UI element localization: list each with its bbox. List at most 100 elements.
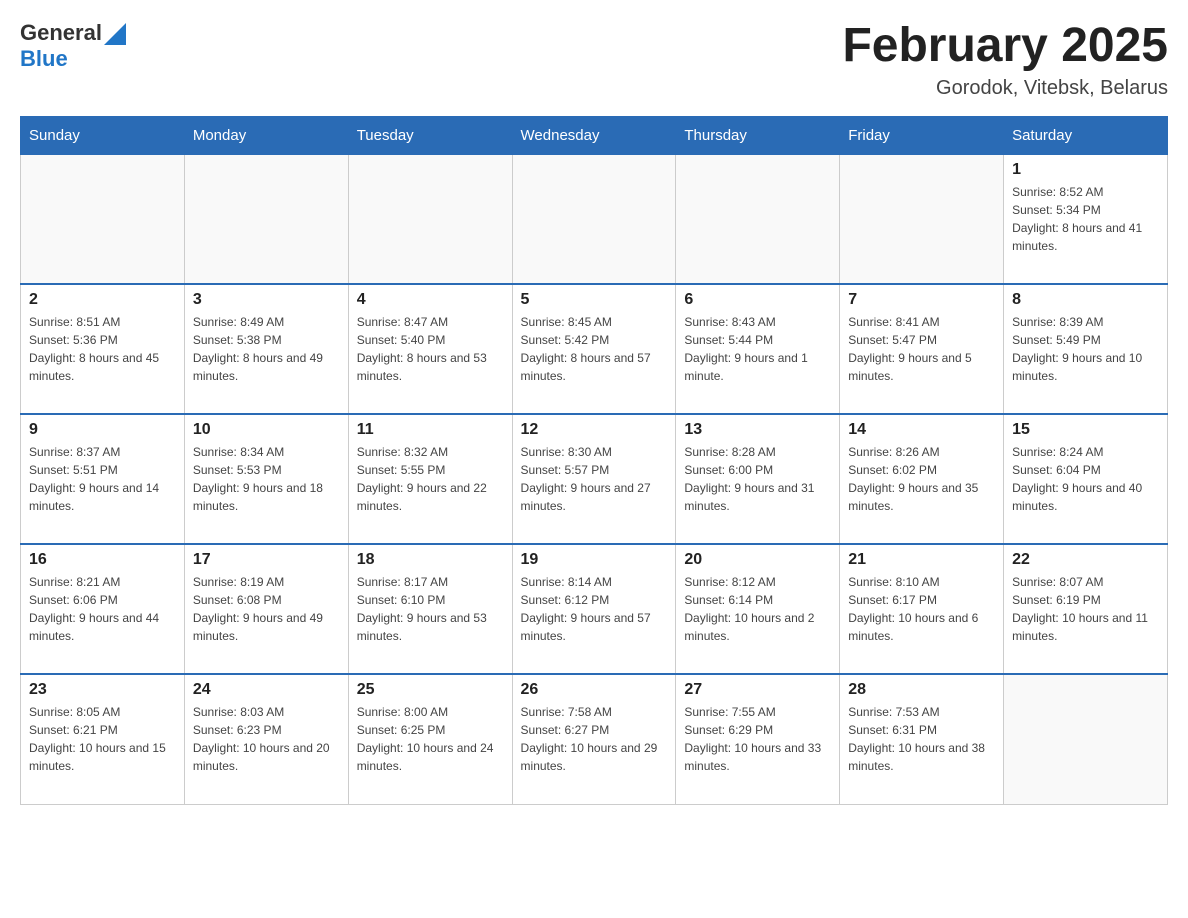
day-info: Sunrise: 8:45 AMSunset: 5:42 PMDaylight:… <box>521 313 668 385</box>
day-info: Sunrise: 8:26 AMSunset: 6:02 PMDaylight:… <box>848 443 995 515</box>
calendar-day-cell: 19 Sunrise: 8:14 AMSunset: 6:12 PMDayligh… <box>512 544 676 674</box>
calendar-title: February 2025 <box>842 20 1168 73</box>
day-number: 3 <box>193 291 340 309</box>
day-number: 10 <box>193 421 340 439</box>
weekday-header-monday: Monday <box>184 116 348 154</box>
calendar-week-row: 23 Sunrise: 8:05 AMSunset: 6:21 PMDayligh… <box>21 674 1168 804</box>
day-info: Sunrise: 8:00 AMSunset: 6:25 PMDaylight:… <box>357 703 504 775</box>
day-info: Sunrise: 8:24 AMSunset: 6:04 PMDaylight:… <box>1012 443 1159 515</box>
calendar-day-cell: 5 Sunrise: 8:45 AMSunset: 5:42 PMDaylight… <box>512 284 676 414</box>
calendar-week-row: 16 Sunrise: 8:21 AMSunset: 6:06 PMDayligh… <box>21 544 1168 674</box>
calendar-day-cell: 16 Sunrise: 8:21 AMSunset: 6:06 PMDayligh… <box>21 544 185 674</box>
calendar-subtitle: Gorodok, Vitebsk, Belarus <box>842 77 1168 100</box>
day-number: 21 <box>848 551 995 569</box>
day-info: Sunrise: 8:05 AMSunset: 6:21 PMDaylight:… <box>29 703 176 775</box>
calendar-day-cell: 7 Sunrise: 8:41 AMSunset: 5:47 PMDaylight… <box>840 284 1004 414</box>
calendar-day-cell: 18 Sunrise: 8:17 AMSunset: 6:10 PMDayligh… <box>348 544 512 674</box>
calendar-day-cell <box>348 154 512 284</box>
day-number: 24 <box>193 681 340 699</box>
day-info: Sunrise: 7:58 AMSunset: 6:27 PMDaylight:… <box>521 703 668 775</box>
day-number: 2 <box>29 291 176 309</box>
calendar-day-cell: 24 Sunrise: 8:03 AMSunset: 6:23 PMDayligh… <box>184 674 348 804</box>
day-info: Sunrise: 8:14 AMSunset: 6:12 PMDaylight:… <box>521 573 668 645</box>
day-info: Sunrise: 8:49 AMSunset: 5:38 PMDaylight:… <box>193 313 340 385</box>
weekday-header-wednesday: Wednesday <box>512 116 676 154</box>
day-number: 8 <box>1012 291 1159 309</box>
day-info: Sunrise: 7:55 AMSunset: 6:29 PMDaylight:… <box>684 703 831 775</box>
calendar-day-cell: 13 Sunrise: 8:28 AMSunset: 6:00 PMDayligh… <box>676 414 840 544</box>
calendar-day-cell: 3 Sunrise: 8:49 AMSunset: 5:38 PMDaylight… <box>184 284 348 414</box>
day-info: Sunrise: 8:47 AMSunset: 5:40 PMDaylight:… <box>357 313 504 385</box>
calendar-day-cell: 17Sunrise: 8:19 AMSunset: 6:08 PMDayligh… <box>184 544 348 674</box>
day-info: Sunrise: 8:03 AMSunset: 6:23 PMDaylight:… <box>193 703 340 775</box>
page-header: General Blue February 2025 Gorodok, Vite… <box>20 20 1168 100</box>
calendar-day-cell: 1Sunrise: 8:52 AMSunset: 5:34 PMDaylight… <box>1004 154 1168 284</box>
calendar-day-cell: 12Sunrise: 8:30 AMSunset: 5:57 PMDayligh… <box>512 414 676 544</box>
calendar-day-cell: 15 Sunrise: 8:24 AMSunset: 6:04 PMDayligh… <box>1004 414 1168 544</box>
day-number: 19 <box>521 551 668 569</box>
day-info: Sunrise: 8:12 AMSunset: 6:14 PMDaylight:… <box>684 573 831 645</box>
calendar-week-row: 9Sunrise: 8:37 AMSunset: 5:51 PMDaylight… <box>21 414 1168 544</box>
weekday-header-saturday: Saturday <box>1004 116 1168 154</box>
calendar-day-cell <box>1004 674 1168 804</box>
weekday-header-thursday: Thursday <box>676 116 840 154</box>
calendar-week-row: 1Sunrise: 8:52 AMSunset: 5:34 PMDaylight… <box>21 154 1168 284</box>
day-info: Sunrise: 8:51 AMSunset: 5:36 PMDaylight:… <box>29 313 176 385</box>
day-number: 22 <box>1012 551 1159 569</box>
day-number: 5 <box>521 291 668 309</box>
calendar-day-cell: 10 Sunrise: 8:34 AMSunset: 5:53 PMDayligh… <box>184 414 348 544</box>
day-number: 20 <box>684 551 831 569</box>
weekday-header-sunday: Sunday <box>21 116 185 154</box>
day-info: Sunrise: 8:28 AMSunset: 6:00 PMDaylight:… <box>684 443 831 515</box>
calendar-day-cell <box>840 154 1004 284</box>
logo-blue-text: Blue <box>20 46 68 72</box>
day-number: 9 <box>29 421 176 439</box>
day-number: 23 <box>29 681 176 699</box>
day-number: 15 <box>1012 421 1159 439</box>
calendar-day-cell: 2 Sunrise: 8:51 AMSunset: 5:36 PMDaylight… <box>21 284 185 414</box>
day-number: 11 <box>357 421 504 439</box>
logo-triangle-icon <box>104 23 126 45</box>
calendar-day-cell: 23 Sunrise: 8:05 AMSunset: 6:21 PMDayligh… <box>21 674 185 804</box>
day-info: Sunrise: 8:32 AMSunset: 5:55 PMDaylight:… <box>357 443 504 515</box>
day-number: 4 <box>357 291 504 309</box>
calendar-day-cell: 28 Sunrise: 7:53 AMSunset: 6:31 PMDayligh… <box>840 674 1004 804</box>
calendar-day-cell: 27 Sunrise: 7:55 AMSunset: 6:29 PMDayligh… <box>676 674 840 804</box>
weekday-header-row: SundayMondayTuesdayWednesdayThursdayFrid… <box>21 116 1168 154</box>
day-info: Sunrise: 8:41 AMSunset: 5:47 PMDaylight:… <box>848 313 995 385</box>
calendar-table: SundayMondayTuesdayWednesdayThursdayFrid… <box>20 116 1168 805</box>
day-info: Sunrise: 8:21 AMSunset: 6:06 PMDaylight:… <box>29 573 176 645</box>
calendar-day-cell: 20 Sunrise: 8:12 AMSunset: 6:14 PMDayligh… <box>676 544 840 674</box>
day-info: Sunrise: 7:53 AMSunset: 6:31 PMDaylight:… <box>848 703 995 775</box>
calendar-day-cell: 8 Sunrise: 8:39 AMSunset: 5:49 PMDaylight… <box>1004 284 1168 414</box>
day-number: 27 <box>684 681 831 699</box>
day-number: 16 <box>29 551 176 569</box>
calendar-day-cell <box>676 154 840 284</box>
day-info: Sunrise: 8:30 AMSunset: 5:57 PMDaylight:… <box>521 443 668 515</box>
logo-general-text: General <box>20 20 102 46</box>
day-number: 7 <box>848 291 995 309</box>
day-info: Sunrise: 8:39 AMSunset: 5:49 PMDaylight:… <box>1012 313 1159 385</box>
day-number: 6 <box>684 291 831 309</box>
day-info: Sunrise: 8:10 AMSunset: 6:17 PMDaylight:… <box>848 573 995 645</box>
day-info: Sunrise: 8:19 AMSunset: 6:08 PMDaylight:… <box>193 573 340 645</box>
calendar-day-cell: 4 Sunrise: 8:47 AMSunset: 5:40 PMDaylight… <box>348 284 512 414</box>
day-info: Sunrise: 8:34 AMSunset: 5:53 PMDaylight:… <box>193 443 340 515</box>
calendar-day-cell: 21 Sunrise: 8:10 AMSunset: 6:17 PMDayligh… <box>840 544 1004 674</box>
weekday-header-tuesday: Tuesday <box>348 116 512 154</box>
day-info: Sunrise: 8:43 AMSunset: 5:44 PMDaylight:… <box>684 313 831 385</box>
day-number: 18 <box>357 551 504 569</box>
day-info: Sunrise: 8:07 AMSunset: 6:19 PMDaylight:… <box>1012 573 1159 645</box>
calendar-day-cell <box>512 154 676 284</box>
day-info: Sunrise: 8:17 AMSunset: 6:10 PMDaylight:… <box>357 573 504 645</box>
calendar-day-cell: 25Sunrise: 8:00 AMSunset: 6:25 PMDayligh… <box>348 674 512 804</box>
calendar-day-cell: 11 Sunrise: 8:32 AMSunset: 5:55 PMDayligh… <box>348 414 512 544</box>
weekday-header-friday: Friday <box>840 116 1004 154</box>
day-info: Sunrise: 8:52 AMSunset: 5:34 PMDaylight:… <box>1012 183 1159 255</box>
calendar-day-cell <box>184 154 348 284</box>
calendar-day-cell: 6 Sunrise: 8:43 AMSunset: 5:44 PMDaylight… <box>676 284 840 414</box>
day-number: 13 <box>684 421 831 439</box>
day-number: 28 <box>848 681 995 699</box>
day-number: 26 <box>521 681 668 699</box>
calendar-day-cell <box>21 154 185 284</box>
